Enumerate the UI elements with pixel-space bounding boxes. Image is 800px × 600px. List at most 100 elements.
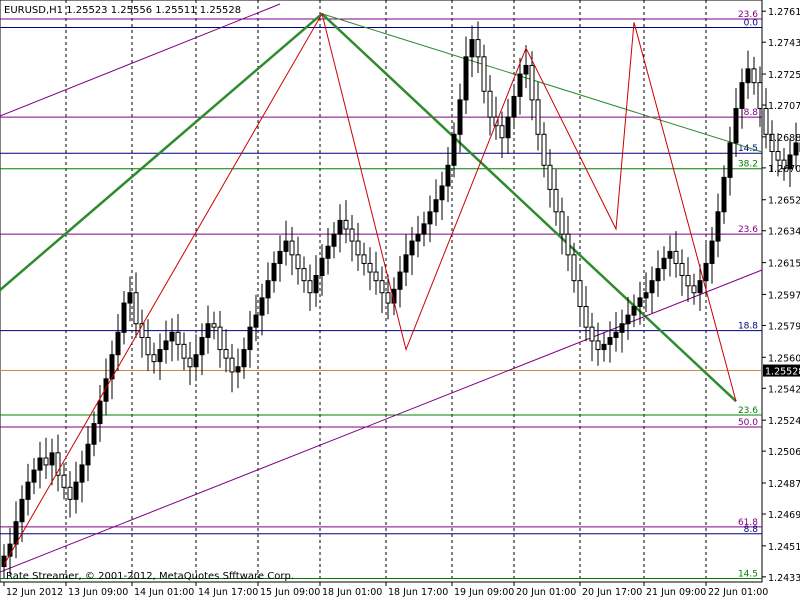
- candle-body: [325, 245, 331, 259]
- candle-body: [253, 314, 259, 328]
- y-tick-label: 1.26705: [768, 164, 800, 175]
- candle-body: [277, 250, 283, 264]
- candle-body: [337, 219, 343, 235]
- candle-body: [49, 452, 55, 466]
- candle-body: [373, 271, 379, 282]
- candle-body: [403, 254, 409, 273]
- candle-body: [43, 457, 49, 466]
- candle-body: [619, 323, 625, 333]
- x-tick-label: 12 Jun 2012: [6, 587, 63, 598]
- candle-body: [637, 297, 643, 307]
- candle-body: [451, 133, 457, 166]
- candle-body: [409, 240, 415, 256]
- candle-body: [661, 257, 667, 270]
- candle-body: [145, 336, 151, 356]
- candle-body: [775, 151, 781, 161]
- candle-body: [61, 474, 67, 488]
- candle-body: [649, 280, 655, 294]
- candle-body: [349, 228, 355, 242]
- chart-window[interactable]: 23.6 0.0 8.8 14.5 38.2 23.6 18.8 23.6 50.0 61.8 8.…: [0, 0, 800, 600]
- candle-body: [187, 357, 193, 368]
- candle-body: [745, 68, 751, 84]
- x-tick-label: 18 Jun 01:00: [322, 587, 382, 598]
- candle-body: [481, 56, 487, 92]
- candle-body: [577, 280, 583, 307]
- y-tick-label: 1.27250: [768, 70, 800, 81]
- candle-body: [697, 280, 703, 294]
- candle-body: [331, 233, 337, 247]
- x-tick-label: 14 Jun 01:00: [134, 587, 194, 598]
- candle-body: [421, 223, 427, 235]
- fib-level-label: 8.8: [744, 525, 759, 535]
- candle-body: [229, 357, 235, 373]
- y-tick-label: 1.26520: [768, 196, 800, 207]
- candle-body: [559, 211, 565, 235]
- candle-body: [685, 275, 691, 287]
- y-tick-label: 1.24695: [768, 510, 800, 521]
- candle-body: [301, 268, 307, 282]
- y-tick-label: 1.25060: [768, 447, 800, 458]
- candle-body: [541, 133, 547, 166]
- candle-body: [529, 64, 535, 101]
- candle-body: [67, 486, 73, 500]
- candle-body: [595, 340, 601, 351]
- candle-body: [247, 326, 253, 351]
- y-tick-label: 1.25240: [768, 416, 800, 427]
- candle-body: [121, 302, 127, 333]
- y-tick-label: 1.27615: [768, 7, 800, 18]
- y-tick-label: 1.26340: [768, 227, 800, 238]
- y-tick-label: 1.27435: [768, 38, 800, 49]
- x-tick-label: 15 Jun 09:00: [260, 587, 320, 598]
- candle-body: [583, 305, 589, 328]
- candle-body: [163, 340, 169, 351]
- candle-body: [25, 481, 31, 500]
- candle-body: [655, 268, 661, 282]
- candle-body: [127, 292, 133, 304]
- y-tick-label: 1.26885: [768, 133, 800, 144]
- candle-body: [91, 423, 97, 445]
- candle-body: [445, 164, 451, 187]
- candle-body: [625, 314, 631, 325]
- candle-body: [385, 292, 391, 304]
- y-tick-label: 1.24510: [768, 542, 800, 553]
- candle-body: [475, 39, 481, 58]
- candle-body: [721, 176, 727, 213]
- candle-body: [367, 262, 373, 273]
- candle-body: [709, 240, 715, 264]
- x-tick-label: 20 Jun 01:00: [516, 587, 576, 598]
- candle-body: [433, 199, 439, 213]
- y-tick-label: 1.26155: [768, 259, 800, 270]
- candle-body: [487, 90, 493, 118]
- candle-body: [19, 498, 25, 523]
- candle-body: [793, 142, 799, 156]
- candle-body: [85, 443, 91, 466]
- x-tick-label: 22 Jun 01:00: [708, 587, 768, 598]
- candle-body: [133, 292, 139, 325]
- fib-level-label: 18.8: [738, 322, 758, 332]
- fib-level-label: 8.8: [744, 108, 759, 118]
- candle-body: [415, 233, 421, 242]
- candle-body: [289, 240, 295, 256]
- candle-body: [31, 469, 37, 483]
- candle-body: [157, 349, 163, 363]
- candle-body: [679, 262, 685, 277]
- candle-body: [355, 240, 361, 256]
- candle-body: [199, 336, 205, 356]
- fib-level-label: 0.0: [744, 19, 759, 29]
- candle-body: [115, 331, 121, 356]
- price-chart[interactable]: 23.60.08.814.538.223.618.823.650.061.88.…: [0, 0, 800, 600]
- candle-body: [217, 326, 223, 351]
- symbol-info: EURUSD,H1 1.25523 1.25556 1.25511 1.2552…: [4, 5, 241, 16]
- candle-body: [469, 39, 475, 58]
- candle-body: [319, 257, 325, 277]
- candle-body: [235, 366, 241, 373]
- candle-body: [73, 481, 79, 500]
- candle-body: [457, 99, 463, 135]
- candle-body: [499, 125, 505, 139]
- candle-body: [535, 99, 541, 135]
- fib-level-label: 23.6: [738, 406, 758, 416]
- candle-body: [193, 354, 199, 368]
- candle-body: [739, 82, 745, 109]
- x-tick-label: 14 Jun 17:00: [198, 587, 258, 598]
- candle-body: [79, 464, 85, 483]
